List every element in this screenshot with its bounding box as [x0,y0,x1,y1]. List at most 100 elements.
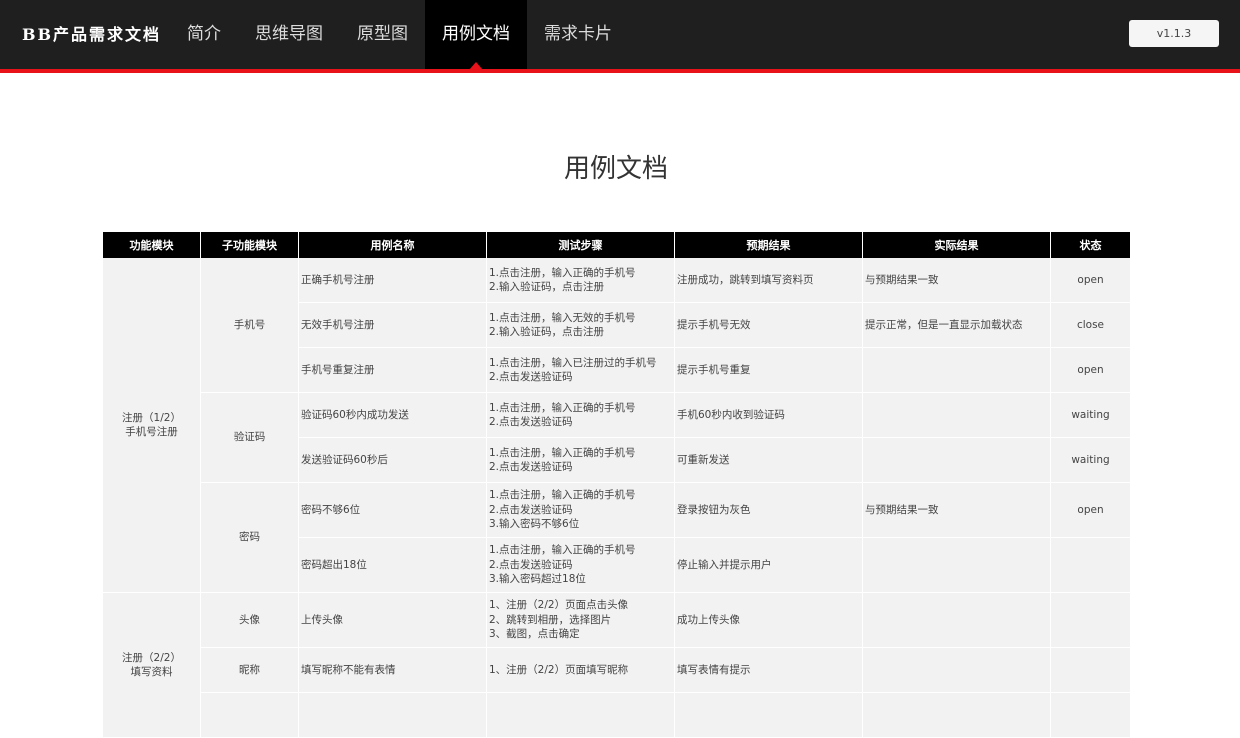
step-text: 1.点击注册，输入正确的手机号 [489,544,636,557]
module-cell: 注册（1/2） 手机号注册 [103,258,201,593]
status-cell: waiting [1051,393,1130,438]
submodule-cell: 验证码 [201,393,299,483]
actual-cell: 与预期结果一致 [863,258,1051,303]
step-text: 3.输入密码不够6位 [489,518,580,531]
actual-cell [863,438,1051,483]
module-cell: 注册（2/2） 填写资料 [103,593,201,738]
table-row [103,693,1130,738]
table-row: 注册（2/2） 填写资料 头像 上传头像 1、注册（2/2）页面点击头像 2、跳… [103,593,1130,738]
case-name-cell: 上传头像 [299,593,487,648]
step-text: 2.点击发送验证码 [489,461,573,473]
case-name-cell: 无效手机号注册 [299,303,487,348]
module-label: 注册（2/2） [122,651,181,664]
app-logo[interactable]: BB产品需求文档 [22,0,161,69]
col-expected: 预期结果 [675,232,863,258]
actual-cell: 与预期结果一致 [863,483,1051,538]
version-button[interactable]: v1.1.3 [1129,20,1219,47]
status-cell: waiting [1051,438,1130,483]
status-cell [1051,593,1130,648]
step-text: 2.点击发送验证码 [489,558,573,571]
actual-cell [863,648,1051,693]
step-text: 3.输入密码超过18位 [489,573,586,586]
case-name-cell: 手机号重复注册 [299,348,487,393]
module-label: 注册（1/2） [122,411,181,424]
expected-cell: 停止输入并提示用户 [675,538,863,593]
steps-cell [487,693,675,738]
case-name-cell: 填写昵称不能有表情 [299,648,487,693]
col-submodule: 子功能模块 [201,232,299,258]
nav-usecase-doc[interactable]: 用例文档 [425,0,527,70]
expected-cell: 登录按钮为灰色 [675,483,863,538]
step-text: 1.点击注册，输入已注册过的手机号 [489,356,657,369]
top-navbar: BB产品需求文档 简介 思维导图 原型图 用例文档 需求卡片 v1.1.3 [0,0,1240,73]
active-caret-icon [469,62,483,70]
steps-cell: 1、注册（2/2）页面填写昵称 [487,648,675,693]
submodule-cell: 密码 [201,483,299,593]
expected-cell: 提示手机号重复 [675,348,863,393]
steps-cell: 1、注册（2/2）页面点击头像 2、跳转到相册，选择图片 3、截图，点击确定 [487,593,675,648]
steps-cell: 1.点击注册，输入正确的手机号 2.点击发送验证码 3.输入密码超过18位 [487,538,675,593]
nav-usecase-doc-label: 用例文档 [442,24,510,44]
page-title: 用例文档 [563,154,668,184]
table-row: 昵称 填写昵称不能有表情 1、注册（2/2）页面填写昵称 填写表情有提示 [103,648,1130,693]
steps-cell: 1.点击注册，输入正确的手机号 2.点击发送验证码 3.输入密码不够6位 [487,483,675,538]
step-text: 2、跳转到相册，选择图片 [489,613,612,626]
status-cell [1051,538,1130,593]
nav-mindmap[interactable]: 思维导图 [238,0,340,69]
main-nav: 简介 思维导图 原型图 用例文档 需求卡片 [170,0,629,70]
actual-cell: 提示正常，但是一直显示加载状态 [863,303,1051,348]
step-text: 2.点击发送验证码 [489,371,573,383]
case-name-cell: 验证码60秒内成功发送 [299,393,487,438]
expected-cell: 成功上传头像 [675,593,863,648]
status-cell: open [1051,258,1130,303]
col-status: 状态 [1051,232,1130,258]
step-text: 2.点击发送验证码 [489,416,573,428]
status-cell [1051,648,1130,693]
step-text: 1.点击注册，输入正确的手机号 [489,401,636,414]
actual-cell [863,593,1051,648]
nav-requirement-cards[interactable]: 需求卡片 [527,0,629,69]
steps-cell: 1.点击注册，输入正确的手机号 2.输入验证码，点击注册 [487,258,675,303]
expected-cell: 可重新发送 [675,438,863,483]
table-row: 注册（1/2） 手机号注册 手机号 正确手机号注册 1.点击注册，输入正确的手机… [103,258,1130,593]
module-sub-label: 填写资料 [130,666,173,678]
step-text: 1.点击注册，输入正确的手机号 [489,446,636,459]
case-name-cell: 发送验证码60秒后 [299,438,487,483]
table-row: 密码 密码不够6位 1.点击注册，输入正确的手机号 2.点击发送验证码 3.输入… [103,483,1130,593]
col-module: 功能模块 [103,232,201,258]
step-text: 1.点击注册，输入无效的手机号 [489,311,636,324]
submodule-cell: 昵称 [201,648,299,693]
expected-cell: 填写表情有提示 [675,648,863,693]
step-text: 2.输入验证码，点击注册 [489,326,605,338]
case-name-cell [299,693,487,738]
expected-cell: 注册成功，跳转到填写资料页 [675,258,863,303]
step-text: 1.点击注册，输入正确的手机号 [489,489,636,502]
usecase-table: 功能模块 子功能模块 用例名称 测试步骤 预期结果 实际结果 状态 注册（1/2… [103,232,1130,738]
submodule-cell: 手机号 [201,258,299,393]
status-cell: close [1051,303,1130,348]
step-text: 3、截图，点击确定 [489,628,580,641]
col-case-name: 用例名称 [299,232,487,258]
col-test-steps: 测试步骤 [487,232,675,258]
actual-cell [863,693,1051,738]
step-text: 2.输入验证码，点击注册 [489,281,605,293]
expected-cell: 手机60秒内收到验证码 [675,393,863,438]
case-name-cell: 密码不够6位 [299,483,487,538]
step-text: 2.点击发送验证码 [489,503,573,516]
case-name-cell: 密码超出18位 [299,538,487,593]
step-text: 1.点击注册，输入正确的手机号 [489,266,636,279]
nav-intro[interactable]: 简介 [170,0,238,69]
actual-cell [863,393,1051,438]
step-text: 1、注册（2/2）页面填写昵称 [489,663,629,676]
steps-cell: 1.点击注册，输入正确的手机号 2.点击发送验证码 [487,393,675,438]
expected-cell [675,693,863,738]
expected-cell: 提示手机号无效 [675,303,863,348]
submodule-cell: 头像 [201,593,299,648]
steps-cell: 1.点击注册，输入已注册过的手机号 2.点击发送验证码 [487,348,675,393]
nav-prototype[interactable]: 原型图 [340,0,425,69]
actual-cell [863,348,1051,393]
table-header-row: 功能模块 子功能模块 用例名称 测试步骤 预期结果 实际结果 状态 [103,232,1130,258]
status-cell: open [1051,483,1130,538]
steps-cell: 1.点击注册，输入无效的手机号 2.输入验证码，点击注册 [487,303,675,348]
step-text: 1、注册（2/2）页面点击头像 [489,599,629,612]
